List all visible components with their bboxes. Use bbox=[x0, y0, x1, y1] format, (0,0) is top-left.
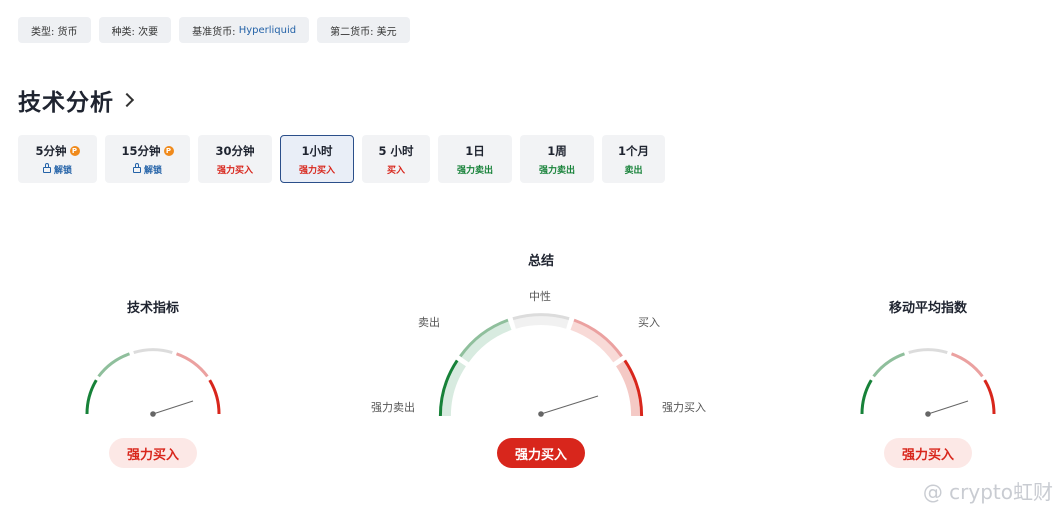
technical-indicators-gauge bbox=[85, 348, 221, 417]
moving-averages-gauge bbox=[860, 348, 996, 417]
summary-title: 总结 bbox=[527, 254, 554, 269]
moving-averages-title: 移动平均指数 bbox=[888, 301, 967, 316]
gauge-needle bbox=[152, 400, 194, 415]
gauge-buy-arc bbox=[950, 352, 984, 378]
gauge-sell-arc bbox=[872, 352, 906, 378]
gauge-strong-buy-arc bbox=[208, 379, 221, 415]
technical-indicators-result-badge: 强力买入 bbox=[109, 438, 197, 468]
sell-label: 卖出 bbox=[418, 316, 440, 329]
neutral-label: 中性 bbox=[529, 290, 551, 303]
summary-gauge bbox=[438, 313, 644, 417]
gauge-neutral-arc bbox=[908, 348, 948, 355]
gauge-strong-sell-band bbox=[441, 361, 467, 417]
gauge-needle bbox=[540, 395, 599, 415]
buy-label: 买入 bbox=[638, 316, 660, 329]
summary-result-badge: 强力买入 bbox=[497, 438, 585, 468]
gauge-neutral-band bbox=[513, 316, 569, 329]
gauge-strong-sell-arc bbox=[860, 379, 873, 415]
gauge-pivot bbox=[538, 411, 544, 417]
gauge-sell-arc bbox=[97, 352, 131, 378]
gauge-neutral-arc bbox=[133, 348, 173, 355]
gauge-buy-arc bbox=[175, 352, 209, 378]
gauge-pivot bbox=[925, 411, 931, 417]
gauge-strong-sell-arc bbox=[85, 379, 98, 415]
gauge-pivot bbox=[150, 411, 156, 417]
gauge-strong-buy-band bbox=[615, 361, 641, 417]
moving-averages-result-badge: 强力买入 bbox=[884, 438, 972, 468]
gauge-strong-buy-arc bbox=[983, 379, 996, 415]
strong-buy-label: 强力买入 bbox=[662, 401, 706, 414]
strong-sell-label: 强力卖出 bbox=[371, 401, 415, 414]
technical-indicators-title: 技术指标 bbox=[126, 301, 179, 316]
gauge-needle bbox=[927, 400, 969, 415]
watermark: @ crypto虹财 bbox=[922, 480, 1053, 504]
